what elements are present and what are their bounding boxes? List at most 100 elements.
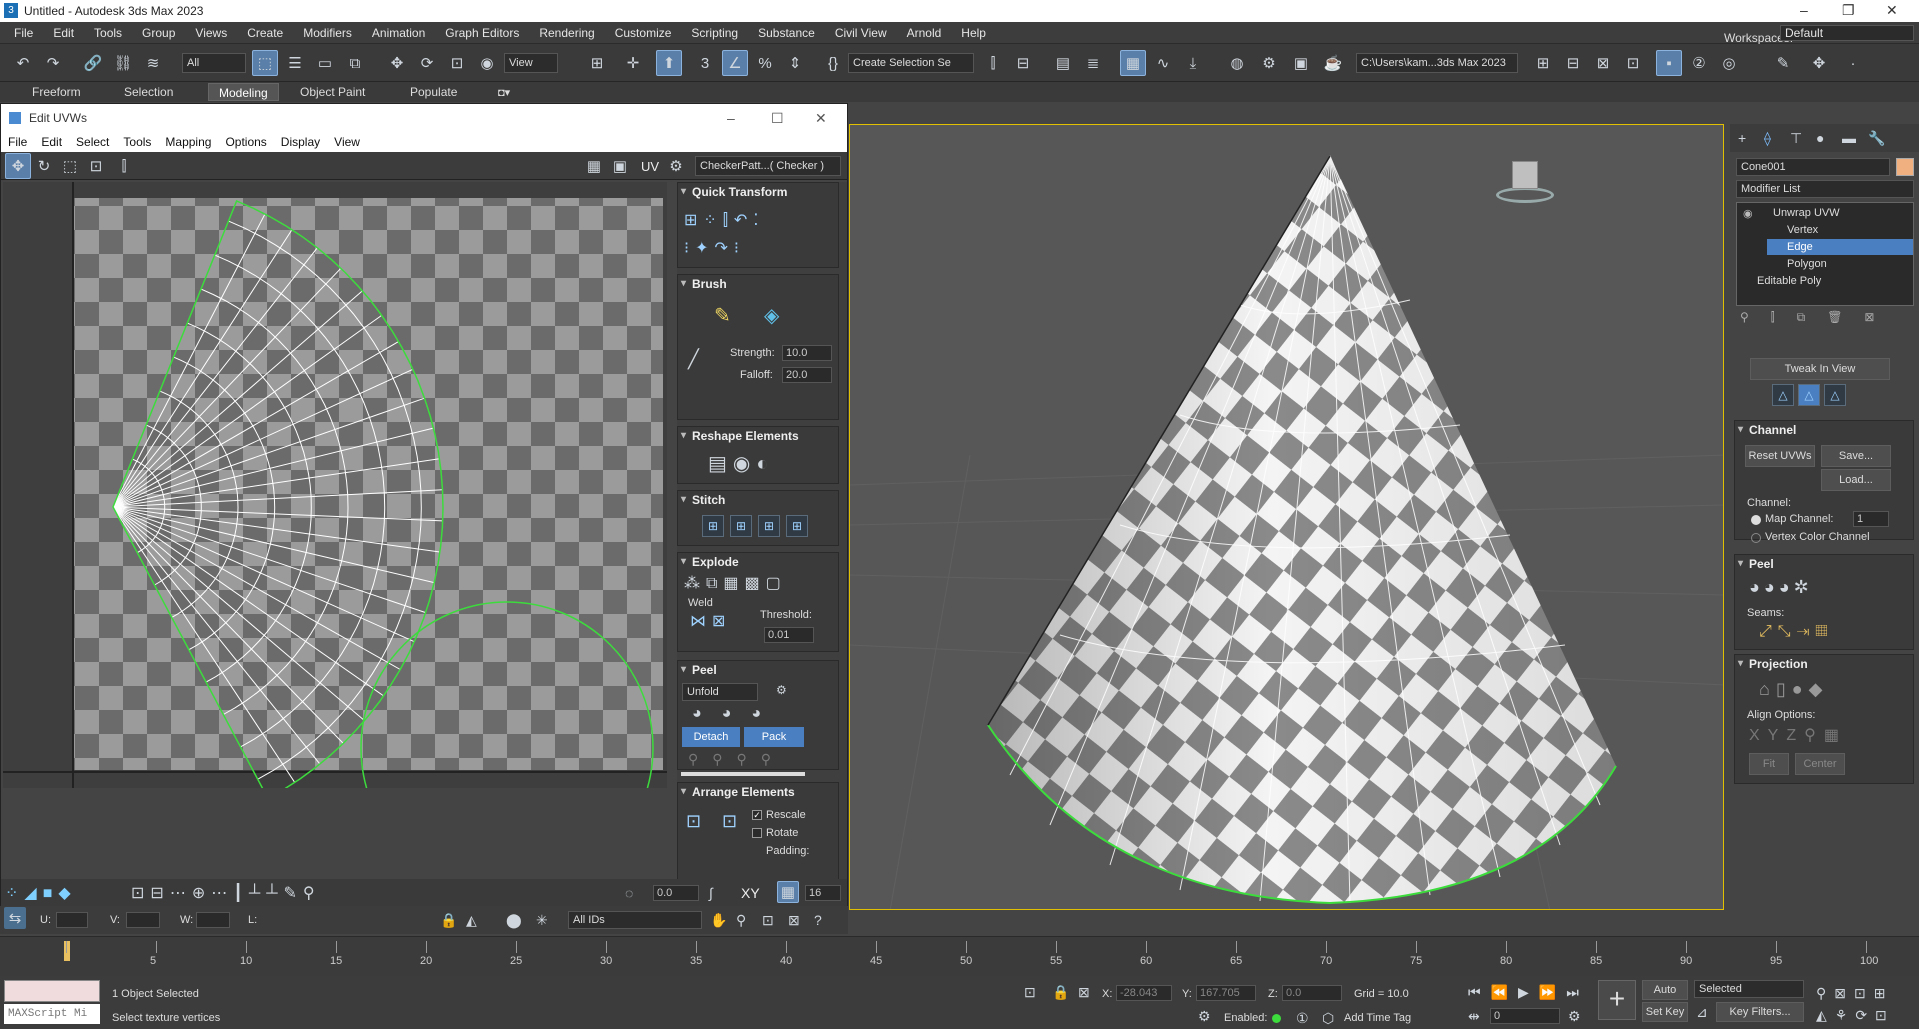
move-tool-icon[interactable]: ✥ bbox=[1806, 50, 1832, 76]
falloff-spinner[interactable]: 20.0 bbox=[782, 367, 832, 383]
stack-eye-icon[interactable]: ◉ bbox=[1743, 207, 1753, 220]
layout-2-icon[interactable]: ⊟ bbox=[1560, 50, 1586, 76]
tweak-mode-3-icon[interactable]: △ bbox=[1824, 384, 1846, 406]
peel-tools-icons[interactable]: ◕◕◕✲ bbox=[1749, 577, 1813, 598]
menu-item-animation[interactable]: Animation bbox=[362, 22, 435, 44]
curve-editor-icon[interactable]: ∿ bbox=[1150, 50, 1176, 76]
reset-uvws-button[interactable]: Reset UVWs bbox=[1745, 445, 1815, 467]
motion-tab-icon[interactable]: ● bbox=[1816, 130, 1824, 146]
peel-options-icon[interactable]: ⚙ bbox=[776, 683, 787, 697]
tab-freeform[interactable]: Freeform bbox=[22, 83, 91, 101]
link-icon[interactable]: 🔗 bbox=[80, 50, 106, 76]
seam-tools-icons[interactable]: ⤢⤡⇥▦ bbox=[1759, 623, 1834, 641]
save-layout-icon[interactable]: ▪ bbox=[1656, 50, 1682, 76]
projection-type-icons[interactable]: ⌂▯●◆ bbox=[1759, 679, 1829, 700]
menu-item-substance[interactable]: Substance bbox=[748, 22, 825, 44]
key-filter-icon[interactable]: ⊿ bbox=[1696, 1004, 1708, 1021]
maximize-icon[interactable]: ❐ bbox=[1842, 2, 1855, 19]
uv-options-icon[interactable]: ⚙ bbox=[663, 153, 689, 179]
material-editor-icon[interactable]: ◍ bbox=[1224, 50, 1250, 76]
layout-4-icon[interactable]: ⊡ bbox=[1620, 50, 1646, 76]
quick-transform-icons[interactable]: ⊞⁘⫿↶⁚ ⁝✦↷⁝ bbox=[684, 207, 764, 263]
arrange-2-icon[interactable]: ⊡ bbox=[722, 811, 737, 832]
uv-rotate-icon[interactable]: ↻ bbox=[31, 153, 57, 179]
modifier-list-dropdown[interactable]: Modifier List bbox=[1736, 180, 1914, 198]
select-by-name-icon[interactable]: ☰ bbox=[282, 50, 308, 76]
menu-item-civil-view[interactable]: Civil View bbox=[825, 22, 897, 44]
strength-spinner[interactable]: 10.0 bbox=[782, 345, 832, 361]
reshape-header[interactable]: Reshape Elements bbox=[678, 427, 838, 445]
project-path-dropdown[interactable]: C:\Users\kam...3ds Max 2023 bbox=[1356, 53, 1518, 73]
scale-icon[interactable]: ⊡ bbox=[444, 50, 470, 76]
uvw-maximize-icon[interactable]: ☐ bbox=[771, 110, 784, 127]
material-ids-dropdown[interactable]: All IDs bbox=[568, 911, 702, 929]
stitch-4-icon[interactable]: ⊞ bbox=[786, 515, 808, 537]
xy-label[interactable]: XY bbox=[741, 885, 760, 901]
select-object-icon[interactable]: ⬚ bbox=[252, 50, 278, 76]
uvw-minimize-icon[interactable]: – bbox=[727, 110, 735, 126]
menu-item-modifiers[interactable]: Modifiers bbox=[293, 22, 362, 44]
uvw-menu-item-view[interactable]: View bbox=[327, 132, 367, 152]
load-uvws-button[interactable]: Load... bbox=[1821, 469, 1891, 491]
stack-item-polygon[interactable]: Polygon bbox=[1787, 258, 1827, 270]
uv-label[interactable]: UV bbox=[641, 159, 659, 174]
fit-button[interactable]: Fit bbox=[1749, 753, 1789, 775]
tag-icon[interactable]: ⬡ bbox=[1322, 1010, 1334, 1027]
stitch-2-icon[interactable]: ⊞ bbox=[730, 515, 752, 537]
uv-mirror-icon[interactable]: ⫿ bbox=[111, 153, 137, 179]
tab-selection[interactable]: Selection bbox=[114, 83, 183, 101]
menu-item-edit[interactable]: Edit bbox=[43, 22, 84, 44]
snap-3d-icon[interactable]: 3 bbox=[692, 50, 718, 76]
maxscript-listener[interactable] bbox=[4, 980, 100, 1002]
angle-snap-icon[interactable]: ∠ bbox=[722, 50, 748, 76]
arrange-header[interactable]: Arrange Elements bbox=[678, 783, 838, 801]
set-key-button[interactable]: Set Key bbox=[1642, 1002, 1688, 1022]
timeline[interactable]: 5 10 15 20 25 30 35 40 45 50 55 60 65 70 75 80 85 90 95 100 bbox=[0, 936, 1919, 976]
move-icon[interactable]: ✥ bbox=[384, 50, 410, 76]
stitch-1-icon[interactable]: ⊞ bbox=[702, 515, 724, 537]
grid-snap-icon[interactable]: ▦ bbox=[777, 881, 799, 903]
detach-button[interactable]: Detach bbox=[682, 727, 740, 747]
projection-header[interactable]: Projection bbox=[1735, 655, 1913, 673]
object-color-swatch[interactable] bbox=[1896, 158, 1914, 176]
rect-selection-icon[interactable]: ▭ bbox=[312, 50, 338, 76]
dot-icon[interactable]: · bbox=[1840, 50, 1866, 76]
unfold-dropdown[interactable]: Unfold bbox=[682, 683, 758, 701]
peel-pin-icons[interactable]: ⚲⚲⚲⚲ bbox=[688, 751, 785, 768]
help-2-icon[interactable]: ② bbox=[1686, 50, 1712, 76]
viewcube[interactable] bbox=[1490, 159, 1560, 205]
create-tab-icon[interactable]: + bbox=[1738, 130, 1746, 146]
layout-3-icon[interactable]: ⊠ bbox=[1590, 50, 1616, 76]
paint-move-brush-icon[interactable]: ✎ bbox=[714, 303, 731, 328]
display-tab-icon[interactable]: ▬ bbox=[1842, 130, 1856, 146]
quick-transform-header[interactable]: Quick Transform bbox=[678, 183, 838, 201]
arrange-1-icon[interactable]: ⊡ bbox=[686, 811, 701, 832]
object-name-field[interactable]: Cone001 bbox=[1736, 158, 1890, 176]
stack-item-editable-poly[interactable]: Editable Poly bbox=[1757, 275, 1821, 287]
tweak-in-view-button[interactable]: Tweak In View bbox=[1750, 358, 1890, 380]
stitch-header[interactable]: Stitch bbox=[678, 491, 838, 509]
tweak-mode-1-icon[interactable]: △ bbox=[1772, 384, 1794, 406]
uvw-menu-item-tools[interactable]: Tools bbox=[116, 132, 158, 152]
hierarchy-tab-icon[interactable]: ⊤ bbox=[1790, 130, 1802, 147]
weld-icons[interactable]: ⋈⊠ bbox=[690, 611, 731, 631]
stitch-3-icon[interactable]: ⊞ bbox=[758, 515, 780, 537]
map-channel-radio[interactable] bbox=[1751, 515, 1761, 525]
modify-tab-icon[interactable]: ⟠ bbox=[1764, 130, 1771, 147]
placement-icon[interactable]: ◉ bbox=[474, 50, 500, 76]
menu-item-views[interactable]: Views bbox=[185, 22, 237, 44]
menu-item-tools[interactable]: Tools bbox=[84, 22, 132, 44]
peel-header[interactable]: Peel bbox=[1735, 555, 1913, 573]
playback-controls[interactable]: ⏮⏪▶⏩⏭ bbox=[1468, 984, 1589, 1001]
uvw-menu-item-mapping[interactable]: Mapping bbox=[158, 132, 218, 152]
brush-header[interactable]: Brush bbox=[678, 275, 838, 293]
save-uvws-button[interactable]: Save... bbox=[1821, 445, 1891, 467]
unlink-icon[interactable]: ⛓ bbox=[110, 50, 136, 76]
checker-toggle-icon[interactable]: ▦ bbox=[581, 153, 607, 179]
uvw-close-icon[interactable]: ✕ bbox=[815, 110, 827, 127]
uv-curve-icon[interactable]: ∫ bbox=[709, 885, 713, 901]
time-config-icon[interactable]: ⚙ bbox=[1568, 1008, 1581, 1025]
peel-uv-header[interactable]: Peel bbox=[678, 661, 838, 679]
pan-icon[interactable]: ✋ bbox=[710, 912, 727, 929]
keyboard-shortcut-icon[interactable]: ⬆ bbox=[656, 50, 682, 76]
